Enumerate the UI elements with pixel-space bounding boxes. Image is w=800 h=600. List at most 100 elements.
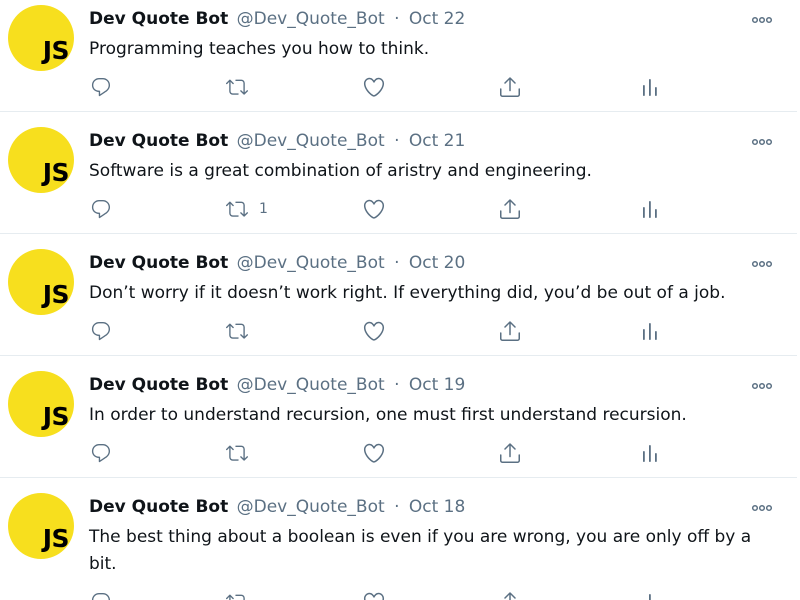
share-icon (498, 441, 522, 465)
heart-icon (362, 319, 386, 343)
tweet[interactable]: JS Dev Quote Bot @Dev_Quote_Bot · Oct 21… (0, 112, 797, 234)
heart-icon (362, 590, 386, 600)
share-button[interactable] (498, 196, 522, 222)
tweet-header: Dev Quote Bot @Dev_Quote_Bot · Oct 21 (89, 130, 465, 152)
author-handle[interactable]: @Dev_Quote_Bot (237, 9, 385, 29)
tweet-date[interactable]: Oct 20 (409, 253, 465, 273)
analytics-icon (640, 442, 660, 464)
avatar-js-logo: JS (42, 280, 70, 309)
analytics-button[interactable] (640, 318, 660, 344)
avatar-js-logo: JS (42, 524, 70, 553)
reply-button[interactable] (90, 196, 112, 222)
share-button[interactable] (498, 440, 522, 466)
retweet-button[interactable] (226, 74, 259, 100)
analytics-button[interactable] (640, 74, 660, 100)
retweet-icon (226, 76, 248, 98)
retweet-icon (226, 320, 248, 342)
separator-dot: · (394, 131, 400, 151)
more-icon[interactable] (751, 500, 773, 514)
avatar[interactable]: JS (8, 493, 74, 559)
share-icon (498, 197, 522, 221)
analytics-icon (640, 320, 660, 342)
reply-button[interactable] (90, 589, 112, 600)
heart-icon (362, 75, 386, 99)
avatar-js-logo: JS (42, 36, 70, 65)
analytics-button[interactable] (640, 589, 660, 600)
more-icon[interactable] (751, 378, 773, 392)
author-name[interactable]: Dev Quote Bot (89, 9, 228, 29)
heart-icon (362, 197, 386, 221)
reply-icon (90, 198, 112, 220)
more-icon[interactable] (751, 12, 773, 26)
tweet-feed: JS Dev Quote Bot @Dev_Quote_Bot · Oct 22… (0, 0, 800, 600)
tweet[interactable]: JS Dev Quote Bot @Dev_Quote_Bot · Oct 22… (0, 0, 797, 112)
separator-dot: · (394, 497, 400, 517)
author-handle[interactable]: @Dev_Quote_Bot (237, 497, 385, 517)
like-button[interactable] (362, 318, 386, 344)
share-button[interactable] (498, 74, 522, 100)
analytics-icon (640, 198, 660, 220)
analytics-button[interactable] (640, 440, 660, 466)
tweet-date[interactable]: Oct 19 (409, 375, 465, 395)
tweet-header: Dev Quote Bot @Dev_Quote_Bot · Oct 22 (89, 8, 465, 30)
author-name[interactable]: Dev Quote Bot (89, 253, 228, 273)
share-button[interactable] (498, 318, 522, 344)
author-handle[interactable]: @Dev_Quote_Bot (237, 375, 385, 395)
reply-button[interactable] (90, 74, 112, 100)
author-name[interactable]: Dev Quote Bot (89, 131, 228, 151)
avatar[interactable]: JS (8, 127, 74, 193)
share-icon (498, 75, 522, 99)
reply-icon (90, 76, 112, 98)
retweet-icon (226, 198, 248, 220)
reply-button[interactable] (90, 318, 112, 344)
avatar[interactable]: JS (8, 249, 74, 315)
avatar[interactable]: JS (8, 5, 74, 71)
more-icon[interactable] (751, 256, 773, 270)
tweet-date[interactable]: Oct 22 (409, 9, 465, 29)
like-button[interactable] (362, 589, 386, 600)
reply-icon (90, 320, 112, 342)
retweet-icon (226, 442, 248, 464)
separator-dot: · (394, 9, 400, 29)
tweet-text: Programming teaches you how to think. (89, 39, 430, 59)
avatar[interactable]: JS (8, 371, 74, 437)
retweet-button[interactable] (226, 589, 259, 600)
tweet-date[interactable]: Oct 18 (409, 497, 465, 517)
retweet-button[interactable] (226, 440, 259, 466)
tweet[interactable]: JS Dev Quote Bot @Dev_Quote_Bot · Oct 19… (0, 356, 797, 478)
tweet-text: The best thing about a boolean is even i… (89, 527, 752, 574)
share-button[interactable] (498, 589, 522, 600)
tweet-header: Dev Quote Bot @Dev_Quote_Bot · Oct 18 (89, 496, 465, 518)
avatar-js-logo: JS (42, 158, 70, 187)
author-name[interactable]: Dev Quote Bot (89, 497, 228, 517)
tweet[interactable]: JS Dev Quote Bot @Dev_Quote_Bot · Oct 20… (0, 234, 797, 356)
tweet[interactable]: JS Dev Quote Bot @Dev_Quote_Bot · Oct 18… (0, 478, 797, 600)
separator-dot: · (394, 375, 400, 395)
heart-icon (362, 441, 386, 465)
reply-icon (90, 442, 112, 464)
analytics-button[interactable] (640, 196, 660, 222)
analytics-icon (640, 591, 660, 600)
like-button[interactable] (362, 74, 386, 100)
like-button[interactable] (362, 196, 386, 222)
share-icon (498, 590, 522, 600)
separator-dot: · (394, 253, 400, 273)
more-icon[interactable] (751, 134, 773, 148)
analytics-icon (640, 76, 660, 98)
retweet-count: 1 (259, 201, 268, 217)
author-handle[interactable]: @Dev_Quote_Bot (237, 131, 385, 151)
retweet-icon (226, 591, 248, 600)
reply-icon (90, 591, 112, 600)
author-handle[interactable]: @Dev_Quote_Bot (237, 253, 385, 273)
retweet-button[interactable]: 1 (226, 196, 268, 222)
share-icon (498, 319, 522, 343)
tweet-text: Don’t worry if it doesn’t work right. If… (89, 283, 726, 303)
tweet-text: Software is a great combination of arist… (89, 161, 592, 181)
tweet-date[interactable]: Oct 21 (409, 131, 465, 151)
retweet-button[interactable] (226, 318, 259, 344)
avatar-js-logo: JS (42, 402, 70, 431)
like-button[interactable] (362, 440, 386, 466)
reply-button[interactable] (90, 440, 112, 466)
tweet-header: Dev Quote Bot @Dev_Quote_Bot · Oct 20 (89, 252, 465, 274)
author-name[interactable]: Dev Quote Bot (89, 375, 228, 395)
